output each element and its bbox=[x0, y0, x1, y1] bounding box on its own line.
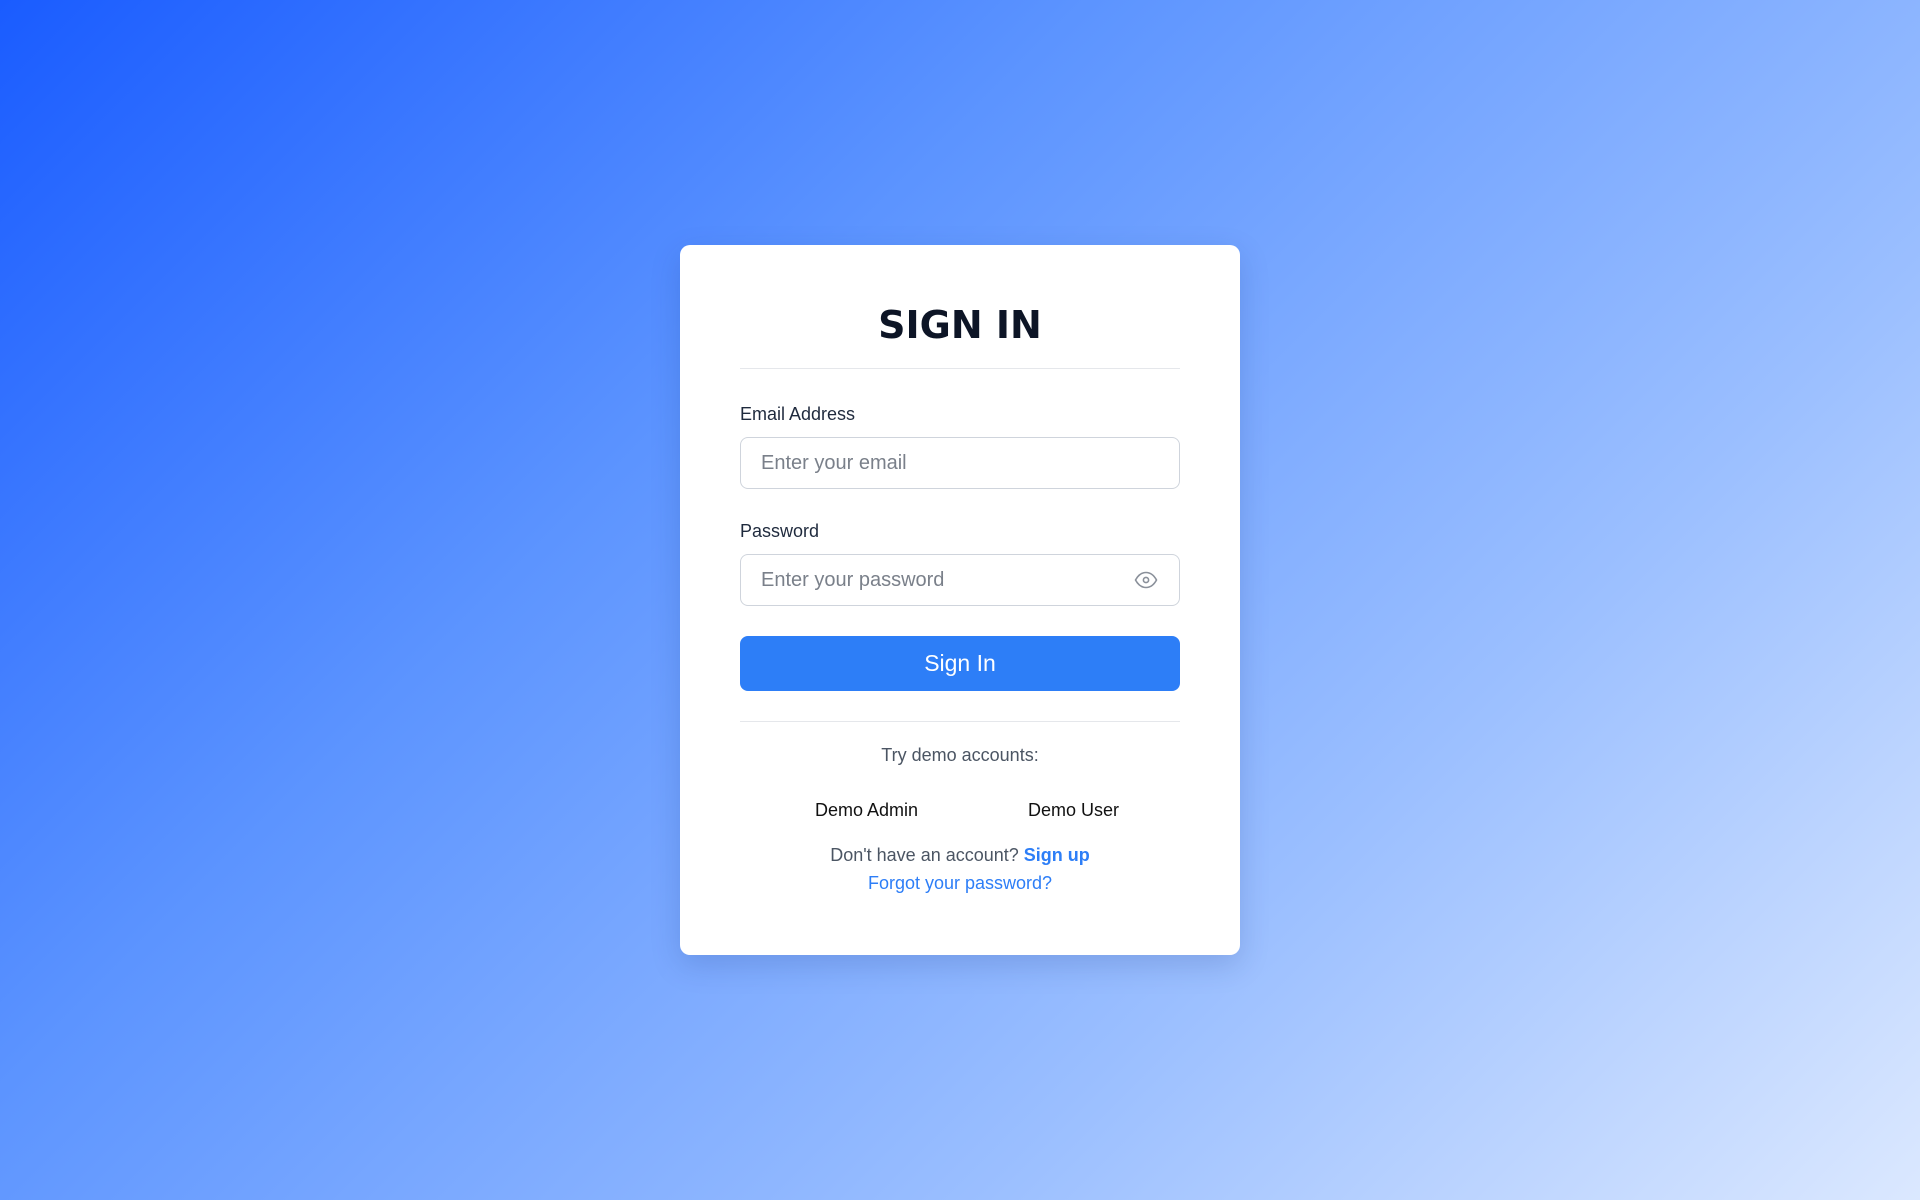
demo-user-button[interactable]: Demo User bbox=[1028, 799, 1119, 821]
sign-up-link[interactable]: Sign up bbox=[1024, 845, 1090, 865]
demo-admin-button[interactable]: Demo Admin bbox=[815, 799, 918, 821]
demo-caption: Try demo accounts: bbox=[881, 745, 1039, 765]
signup-prompt-line: Don't have an account? Sign up bbox=[740, 844, 1180, 866]
eye-icon[interactable] bbox=[1133, 567, 1159, 593]
page-title: SIGN IN bbox=[878, 303, 1042, 347]
forgot-password-link[interactable]: Forgot your password? bbox=[868, 873, 1052, 893]
sign-in-button[interactable]: Sign In bbox=[740, 636, 1180, 691]
demo-accounts: Demo Admin Demo User bbox=[740, 799, 1180, 821]
password-field-wrapper bbox=[740, 554, 1180, 606]
title-divider bbox=[740, 368, 1180, 369]
forgot-password-line: Forgot your password? bbox=[740, 872, 1180, 894]
password-label: Password bbox=[740, 521, 820, 541]
email-label: Email Address bbox=[740, 404, 856, 424]
email-field-wrapper bbox=[740, 437, 1180, 489]
sign-in-card: SIGN IN Email Address Password Sign In T… bbox=[680, 245, 1240, 955]
email-field[interactable] bbox=[761, 451, 1159, 475]
signup-prompt-text: Don't have an account? bbox=[830, 845, 1024, 865]
demo-divider bbox=[740, 721, 1180, 722]
password-field[interactable] bbox=[761, 568, 1133, 592]
